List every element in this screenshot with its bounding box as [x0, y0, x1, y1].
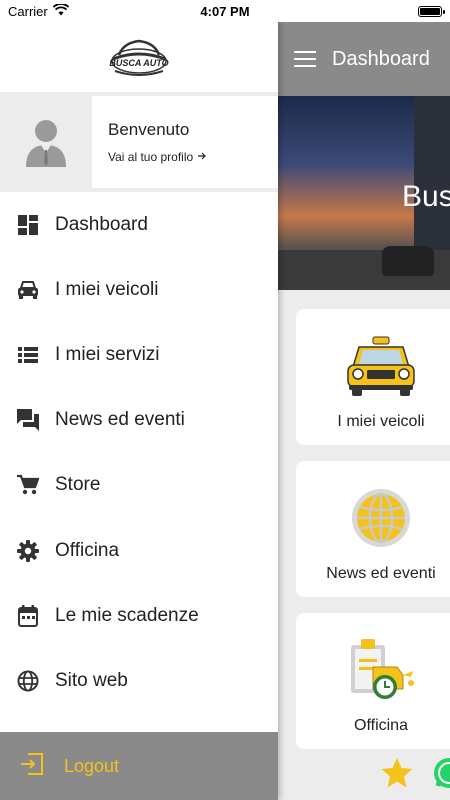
profile-link-label: Vai al tuo profilo — [108, 150, 194, 164]
list-icon — [16, 343, 40, 367]
app-bar: Dashboard — [278, 22, 450, 96]
status-bar: Carrier 4:07 PM — [0, 0, 450, 22]
car-icon — [16, 278, 40, 302]
menu-item-label: Officina — [55, 539, 120, 561]
hero-banner: Bus — [278, 96, 450, 290]
globe-icon — [16, 669, 40, 693]
menu-item-dashboard[interactable]: Dashboard — [0, 192, 278, 257]
profile-link[interactable]: Vai al tuo profilo — [108, 150, 207, 164]
bottom-icon-bar — [380, 756, 450, 795]
welcome-text: Benvenuto — [108, 120, 190, 139]
dashboard-icon — [16, 213, 40, 237]
battery-icon — [418, 5, 445, 17]
profile-section[interactable]: Benvenuto Vai al tuo profilo — [0, 96, 278, 192]
menu-item-label: I miei veicoli — [55, 278, 159, 300]
wifi-icon — [52, 2, 69, 19]
menu-item-my-vehicles[interactable]: I miei veicoli — [0, 257, 278, 322]
menu-item-my-services[interactable]: I miei servizi — [0, 322, 278, 387]
carrier-label: Carrier — [8, 3, 48, 19]
logout-button[interactable]: Logout — [0, 732, 278, 800]
star-icon[interactable] — [380, 757, 414, 794]
menu-item-label: Dashboard — [55, 213, 148, 235]
menu-item-label: Le mie scadenze — [55, 604, 199, 626]
hamburger-menu-icon[interactable] — [294, 51, 316, 67]
menu-item-deadlines[interactable]: Le mie scadenze — [0, 583, 278, 648]
menu-item-label: News ed eventi — [55, 409, 185, 431]
globe-icon — [344, 485, 418, 551]
hero-text: Bus — [402, 180, 450, 213]
drawer-menu: Dashboard I miei veicoli I miei servizi … — [0, 192, 278, 714]
card-news-events[interactable]: News ed eventi — [296, 461, 450, 597]
hero-building — [414, 96, 450, 256]
menu-item-label: I miei servizi — [55, 343, 160, 365]
hero-car — [382, 246, 434, 276]
navigation-drawer: BUSCA AUTO Benvenuto Vai al tuo profilo — [0, 22, 278, 800]
cart-icon — [16, 473, 40, 497]
calendar-icon — [16, 604, 40, 628]
card-workshop[interactable]: Officina — [296, 613, 450, 749]
avatar — [0, 96, 92, 188]
card-label: I miei veicoli — [337, 413, 425, 430]
brand-logo-text: BUSCA AUTO — [109, 58, 168, 68]
arrow-right-icon — [197, 150, 207, 164]
whatsapp-icon[interactable] — [432, 756, 450, 795]
card-label: News ed eventi — [326, 565, 436, 582]
menu-item-workshop[interactable]: Officina — [0, 518, 278, 583]
menu-item-store[interactable]: Store — [0, 453, 278, 518]
menu-item-news-events[interactable]: News ed eventi — [0, 388, 278, 453]
brand-logo: BUSCA AUTO — [0, 22, 278, 96]
taxi-icon — [344, 333, 418, 399]
card-label: Officina — [354, 717, 408, 734]
clipboard-oil-icon — [344, 637, 418, 703]
card-my-vehicles[interactable]: I miei veicoli — [296, 309, 450, 445]
page-title: Dashboard — [332, 47, 430, 70]
menu-item-label: Store — [55, 474, 101, 496]
menu-item-label: Sito web — [55, 669, 128, 691]
menu-item-website[interactable]: Sito web — [0, 648, 278, 713]
logout-label: Logout — [64, 755, 120, 776]
chat-icon — [16, 408, 40, 432]
gear-icon — [16, 539, 40, 563]
logout-icon — [20, 752, 44, 780]
